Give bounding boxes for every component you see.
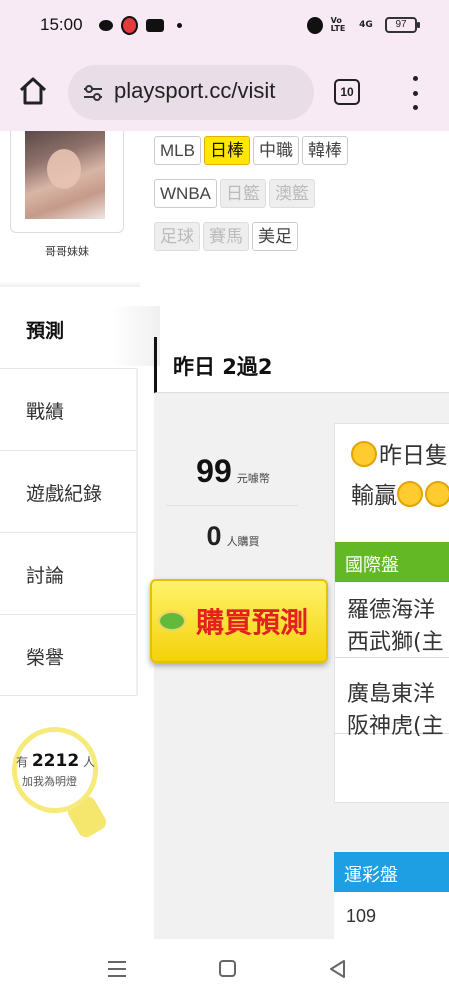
follower-count: 有 2212 人 <box>16 751 98 771</box>
more-icon[interactable] <box>405 76 425 110</box>
sidebar-item-label: 預測 <box>26 320 65 342</box>
dot-icon <box>175 16 183 34</box>
buyers-unit: 人購買 <box>226 535 260 548</box>
tag-row: WNBA 日籃 澳籃 <box>154 179 444 209</box>
emoji-icon <box>425 481 449 507</box>
section-heading: 昨日 2過2 <box>154 337 449 393</box>
tag-jp-basketball: 日籃 <box>220 179 266 208</box>
username[interactable]: 哥哥妹妹 <box>10 243 124 259</box>
game-team-2: 西武獅(主 <box>347 630 444 655</box>
tag-row: 足球 賽馬 美足 <box>154 222 444 252</box>
intl-odds-header: 國際盤 <box>335 542 449 582</box>
tag-mlb[interactable]: MLB <box>154 136 201 165</box>
browser-chrome: 15:00 Vo LTE 4G 97 playsport.cc/visit 10 <box>0 0 449 131</box>
sidebar: 哥哥妹妹 預測 戰績 遊戲紀錄 討論 榮譽 有 2212 人 加我為明燈 <box>0 131 160 939</box>
preview-text-1: 昨日隻 <box>379 443 448 469</box>
prediction-preview: 昨日隻 輸贏 國際盤 羅德海洋 西武獅(主 廣島東洋 阪神虎(主 <box>334 423 449 803</box>
avatar <box>25 131 105 219</box>
back-icon[interactable] <box>328 959 346 979</box>
coin-icon <box>158 611 186 631</box>
home-nav-icon[interactable] <box>219 960 236 977</box>
sidebar-menu: 戰績 遊戲紀錄 討論 榮譽 <box>0 368 138 696</box>
system-nav-bar <box>0 939 449 1000</box>
game-team-1: 廣島東洋 <box>347 682 436 707</box>
tag-npb[interactable]: 日棒 <box>203 136 250 165</box>
sidebar-item-predict[interactable]: 預測 <box>0 306 160 366</box>
page-content: 哥哥妹妹 預測 戰績 遊戲紀錄 討論 榮譽 有 2212 人 加我為明燈 MLB… <box>0 131 449 939</box>
price-unit: 元噱幣 <box>236 472 270 485</box>
sidebar-item-game-history[interactable]: 遊戲紀錄 <box>0 450 136 532</box>
follow-caption: 加我為明燈 <box>22 775 77 788</box>
sidebar-item-label: 榮譽 <box>26 647 65 669</box>
lottery-odds-header: 運彩盤 <box>334 852 449 892</box>
signal-icon: 4G <box>359 20 373 30</box>
volte-icon: Vo LTE <box>330 16 346 33</box>
buyers-stat: 0 人購買 <box>168 521 298 552</box>
tag-nfl[interactable]: 美足 <box>252 222 298 251</box>
url-text: playsport.cc/visit <box>114 78 276 103</box>
preview-line-1: 昨日隻 <box>351 436 448 470</box>
sidebar-item-label: 戰績 <box>26 401 65 423</box>
tag-horse-racing: 賽馬 <box>203 222 249 251</box>
game-row[interactable]: 廣島東洋 阪神虎(主 <box>335 658 449 739</box>
star-eyes-emoji-icon <box>351 441 377 467</box>
alarm-icon <box>307 16 323 34</box>
avatar-card[interactable] <box>10 131 124 233</box>
league-tags: MLB 日棒 中職 韓棒 WNBA 日籃 澳籃 足球 賽馬 美足 <box>154 136 444 265</box>
status-time: 15:00 <box>40 15 83 34</box>
site-settings-icon[interactable] <box>82 84 104 102</box>
url-bar: playsport.cc/visit 10 <box>0 60 449 124</box>
game-team-1: 羅德海洋 <box>347 598 436 623</box>
preview-text-2: 輸贏 <box>351 483 397 509</box>
divider <box>0 281 140 287</box>
home-icon[interactable] <box>16 74 50 108</box>
status-bar: 15:00 Vo LTE 4G 97 <box>0 0 449 52</box>
sidebar-item-label: 討論 <box>26 565 65 587</box>
record-heading: 昨日 2過2 <box>173 355 273 379</box>
price-value: 99 <box>196 453 232 489</box>
prediction-panel: 99 元噱幣 0 人購買 購買預測 昨日隻 輸贏 國際盤 羅德海洋 西武獅(主 <box>150 393 449 939</box>
app-icon <box>121 16 138 34</box>
tag-au-basketball: 澳籃 <box>269 179 315 208</box>
follower-suffix: 人 <box>83 755 96 769</box>
intl-odds-label: 國際盤 <box>345 555 399 576</box>
game-team-2: 阪神虎(主 <box>347 714 444 739</box>
sidebar-item-label: 遊戲紀錄 <box>26 483 103 505</box>
tag-kbo[interactable]: 韓棒 <box>301 136 348 165</box>
tag-wnba[interactable]: WNBA <box>154 179 217 208</box>
follow-bulb-button[interactable]: 有 2212 人 加我為明燈 <box>12 727 109 841</box>
sidebar-item-discussion[interactable]: 討論 <box>0 532 136 614</box>
price-stat: 99 元噱幣 <box>168 453 298 490</box>
battery-icon: 97 <box>385 17 420 33</box>
sidebar-item-record[interactable]: 戰績 <box>0 368 136 450</box>
tabs-icon[interactable]: 10 <box>334 79 360 105</box>
recent-apps-icon[interactable] <box>108 961 126 977</box>
lottery-number: 109 <box>346 906 377 926</box>
follower-number: 2212 <box>31 751 80 771</box>
game-row[interactable]: 羅德海洋 西武獅(主 <box>335 582 449 658</box>
sidebar-item-honors[interactable]: 榮譽 <box>0 614 136 696</box>
address-field[interactable]: playsport.cc/visit <box>68 65 314 120</box>
star-eyes-emoji-icon <box>397 481 423 507</box>
tag-cpbl[interactable]: 中職 <box>252 136 299 165</box>
buy-prediction-button[interactable]: 購買預測 <box>150 579 328 663</box>
youtube-icon <box>145 16 164 34</box>
follower-prefix: 有 <box>16 755 29 769</box>
buyers-value: 0 <box>206 521 222 551</box>
main-panel: MLB 日棒 中職 韓棒 WNBA 日籃 澳籃 足球 賽馬 美足 昨日 2過2 99 元噱幣 … <box>140 131 449 939</box>
preview-line-2: 輸贏 <box>351 476 449 510</box>
message-icon <box>98 16 114 34</box>
buy-button-label: 購買預測 <box>196 606 309 639</box>
tag-soccer: 足球 <box>154 222 200 251</box>
lottery-odds-label: 運彩盤 <box>344 865 398 886</box>
divider <box>166 505 298 506</box>
lottery-row[interactable]: 109 <box>334 892 449 939</box>
tag-row: MLB 日棒 中職 韓棒 <box>154 136 444 166</box>
